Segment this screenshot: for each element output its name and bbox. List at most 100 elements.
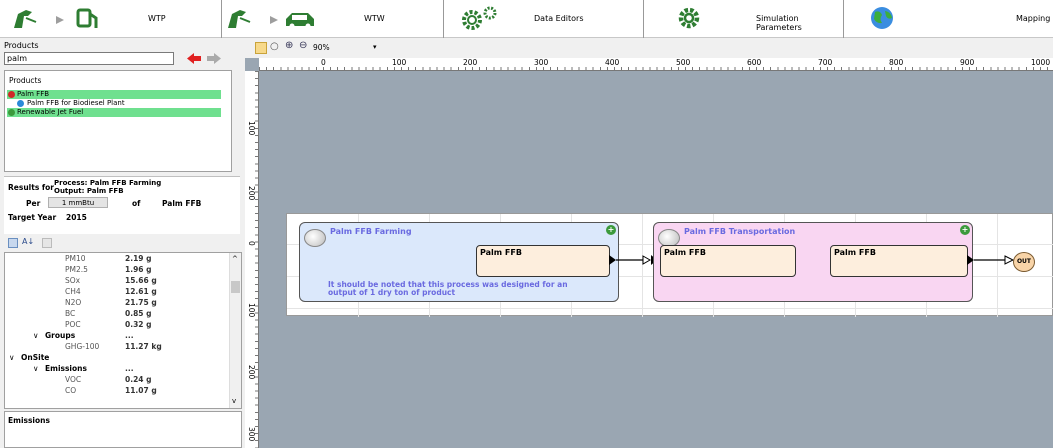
ruler-tick-label: 0 xyxy=(321,58,326,67)
expander-icon[interactable]: ∨ xyxy=(33,363,39,374)
ruler-ticks xyxy=(255,71,258,448)
tree-item-label: Renewable Jet Fuel xyxy=(17,108,84,116)
results-property-grid: PM10 2.19 g PM2.5 1.96 g SOx 15.66 g CH4 12.… xyxy=(4,252,242,409)
product-search-input[interactable] xyxy=(4,52,174,65)
ruler-tick-label: 900 xyxy=(960,58,975,67)
wtw-button[interactable]: WTW xyxy=(222,0,444,38)
pathway-diagram: Palm FFB Farming + Palm FFB It should be… xyxy=(286,213,1053,317)
process-palm-ffb-farming[interactable]: Palm FFB Farming + Palm FFB It should be… xyxy=(299,222,619,302)
zoom-out-icon[interactable]: ⊖ xyxy=(299,40,307,51)
property-grid-scrollbar[interactable]: ^ v xyxy=(229,253,241,408)
products-panel-header: Products xyxy=(4,41,39,50)
result-name: BC xyxy=(65,309,76,318)
data-editors-button[interactable]: Data Editors xyxy=(444,0,644,38)
result-value: 1.96 g xyxy=(125,265,152,274)
results-process: Process: Palm FFB Farming xyxy=(54,179,162,187)
mapping-label: Mapping xyxy=(1016,14,1051,23)
expander-icon[interactable]: ∨ xyxy=(33,330,39,341)
process-title: Palm FFB Transportation xyxy=(684,227,796,236)
scroll-down-icon[interactable]: v xyxy=(232,397,236,405)
gears-icon xyxy=(462,6,497,30)
result-name: PM2.5 xyxy=(65,265,88,274)
results-output: Output: Palm FFB xyxy=(54,187,124,195)
wtp-button[interactable]: WTP xyxy=(0,0,222,38)
result-row[interactable]: SOx 15.66 g xyxy=(5,275,233,286)
result-row[interactable]: N2O 21.75 g xyxy=(5,297,233,308)
result-row[interactable]: CO 11.07 g xyxy=(5,385,233,396)
mapping-button[interactable]: Mapping xyxy=(844,0,1053,38)
property-grid-toolbar: A↓ xyxy=(4,236,64,250)
zoom-in-icon[interactable]: ⊕ xyxy=(285,40,293,51)
sort-alpha-icon[interactable]: A↓ xyxy=(22,237,34,246)
target-year-value: 2015 xyxy=(66,213,87,222)
of-label: of xyxy=(132,199,141,208)
target-year-label: Target Year xyxy=(8,213,57,222)
result-row[interactable]: POC 0.32 g xyxy=(5,319,233,330)
expander-icon[interactable]: ∨ xyxy=(9,352,15,363)
result-row[interactable]: PM2.5 1.96 g xyxy=(5,264,233,275)
result-value: 12.61 g xyxy=(125,287,157,296)
result-row[interactable]: CH4 12.61 g xyxy=(5,286,233,297)
ruler-tick-label: 800 xyxy=(889,58,904,67)
tree-item-renewable-jet-fuel[interactable]: Renewable Jet Fuel xyxy=(7,108,221,117)
products-tree-header: Products xyxy=(9,76,42,85)
result-group-row[interactable]: ∨ Emissions... xyxy=(5,363,233,374)
result-name: GHG-100 xyxy=(65,342,100,351)
result-name: N2O xyxy=(65,298,82,307)
diagram-canvas-area: ○ ⊕ ⊖ 90% ▾ 0 100 200 300 400 500 600 70… xyxy=(245,38,1053,448)
out-node[interactable]: OUT xyxy=(1013,252,1035,272)
result-value: ... xyxy=(125,331,134,340)
process-palm-ffb-transportation[interactable]: Palm FFB Transportation + Palm FFB Palm … xyxy=(653,222,973,302)
result-row[interactable]: VOC 0.24 g xyxy=(5,374,233,385)
result-row[interactable]: GHG-100 11.27 kg xyxy=(5,341,233,352)
left-ruler: 100 200 0 100 200 300 xyxy=(245,71,259,448)
output-palm-ffb[interactable]: Palm FFB xyxy=(476,245,610,277)
add-plus-icon[interactable]: + xyxy=(606,225,616,235)
results-for-label: Results for xyxy=(8,183,55,192)
connector-arrow xyxy=(967,255,1015,265)
ruler-tick-label: 100 xyxy=(392,58,407,67)
input-palm-ffb[interactable]: Palm FFB xyxy=(660,245,796,277)
zoom-level[interactable]: 90% xyxy=(313,43,330,52)
result-value: 0.32 g xyxy=(125,320,152,329)
zoom-dropdown-icon[interactable]: ▾ xyxy=(373,43,377,51)
pump-to-fuel-icon xyxy=(14,8,98,28)
results-header: Results for Process: Palm FFB Farming Ou… xyxy=(4,176,240,234)
result-group-row[interactable]: ∨ Groups... xyxy=(5,330,233,341)
result-value: ... xyxy=(125,364,134,373)
tree-item-palm-ffb[interactable]: Palm FFB xyxy=(7,90,221,99)
process-note: It should be noted that this process was… xyxy=(328,280,568,297)
output-palm-ffb[interactable]: Palm FFB xyxy=(830,245,968,277)
result-group-row[interactable]: ∨ OnSite xyxy=(5,352,233,363)
process-circle-icon xyxy=(304,229,326,247)
select-pointer-icon[interactable] xyxy=(255,42,267,54)
property-pages-icon[interactable] xyxy=(42,238,52,248)
main-toolbar: WTP WTW Data Editors Simulation Paramete… xyxy=(0,0,1053,38)
result-name: Groups xyxy=(45,331,76,340)
result-name: SOx xyxy=(65,276,81,285)
forward-arrow-icon[interactable] xyxy=(206,52,222,65)
lasso-icon[interactable]: ○ xyxy=(270,41,279,52)
result-row[interactable]: BC 0.85 g xyxy=(5,308,233,319)
result-name: CH4 xyxy=(65,287,81,296)
categorized-view-icon[interactable] xyxy=(8,238,18,248)
add-plus-icon[interactable]: + xyxy=(960,225,970,235)
simulation-parameters-button[interactable]: Simulation Parameters xyxy=(644,0,844,38)
result-value: 0.85 g xyxy=(125,309,152,318)
scroll-up-icon[interactable]: ^ xyxy=(232,255,238,263)
of-product: Palm FFB xyxy=(162,199,202,208)
result-value: 2.19 g xyxy=(125,254,152,263)
plus-circle-icon xyxy=(8,109,15,116)
tree-item-palm-ffb-biodiesel[interactable]: Palm FFB for Biodiesel Plant xyxy=(7,99,221,108)
wtw-label: WTW xyxy=(364,14,385,23)
ruler-tick-label: 600 xyxy=(747,58,762,67)
result-row[interactable]: PM10 2.19 g xyxy=(5,253,233,264)
ruler-tick-label: 200 xyxy=(463,58,478,67)
result-name: PM10 xyxy=(65,254,86,263)
ruler-tick-label: 1000 xyxy=(1031,58,1051,67)
result-name: CO xyxy=(65,386,77,395)
per-unit-select[interactable]: 1 mmBtu xyxy=(48,197,108,208)
scrollbar-thumb[interactable] xyxy=(231,281,240,293)
ruler-ticks xyxy=(259,67,1053,70)
back-arrow-icon[interactable] xyxy=(186,52,202,65)
